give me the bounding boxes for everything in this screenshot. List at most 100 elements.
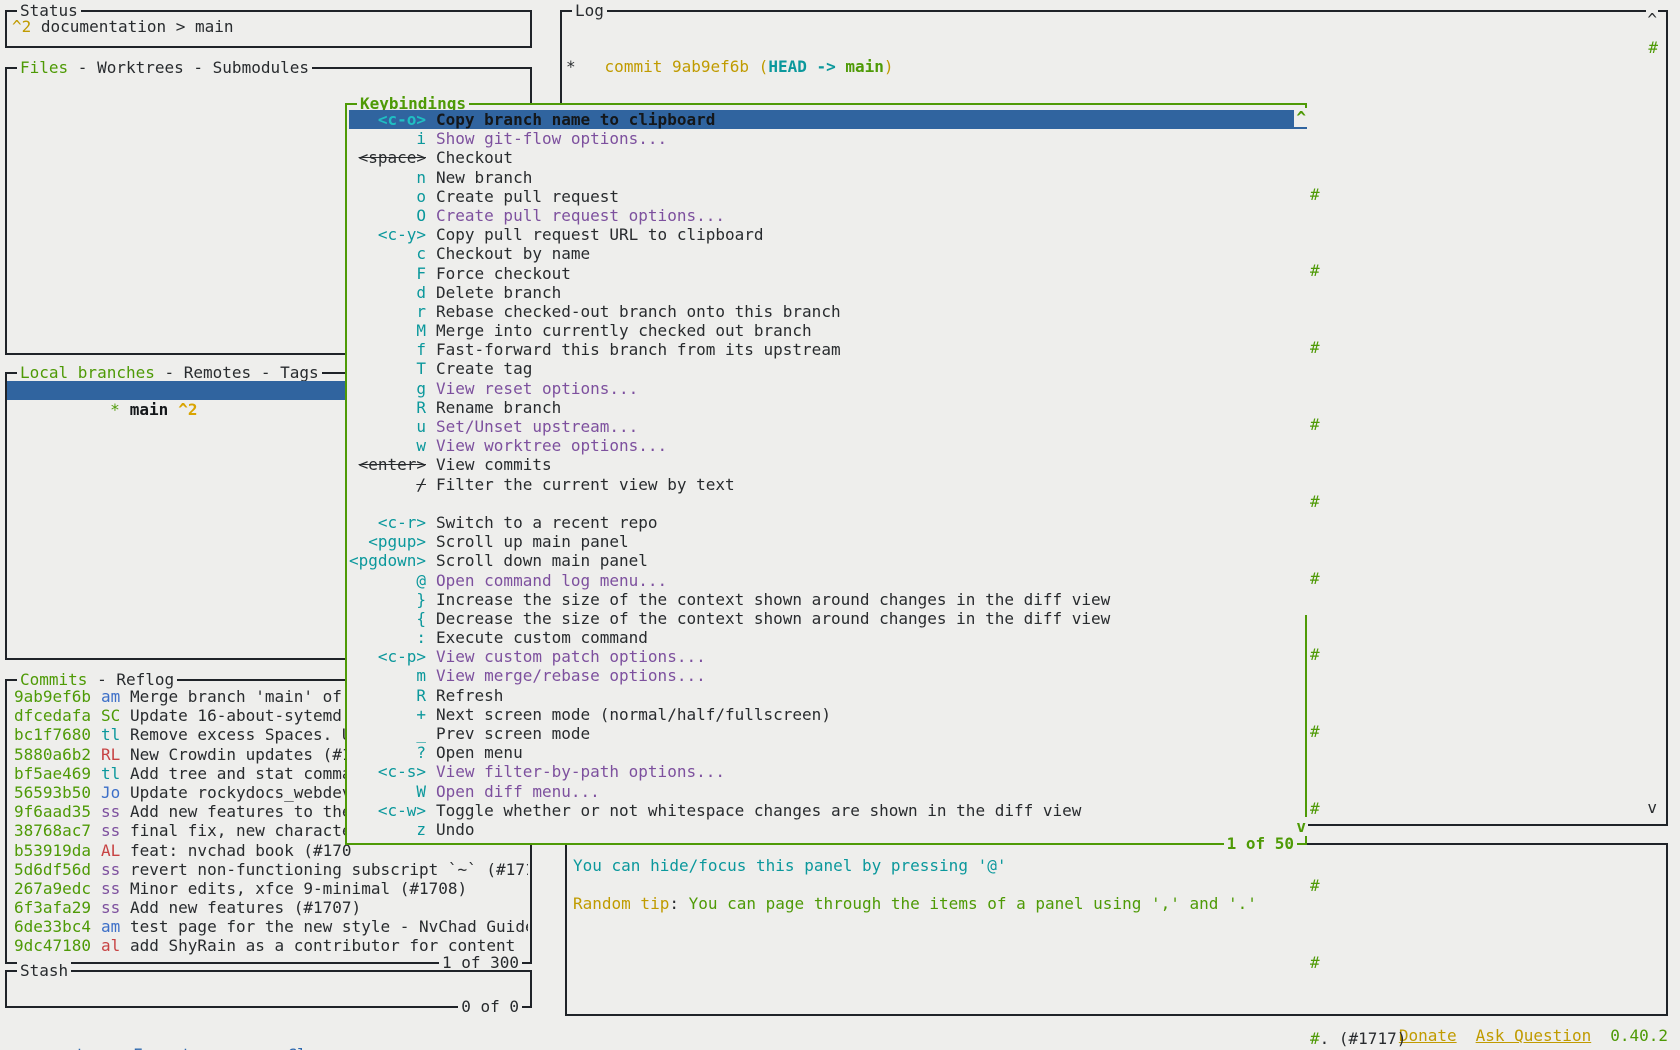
keybinding-key: c	[349, 244, 426, 263]
keybinding-row[interactable]: <c-w>Toggle whether or not whitespace ch…	[349, 801, 1307, 820]
log-scroll-up-icon[interactable]: ^	[1646, 10, 1658, 29]
hash-glyph: #	[1310, 876, 1320, 895]
commit-message: New Crowdin updates (#1	[130, 745, 352, 764]
branches-tab-active[interactable]: Local branches	[20, 363, 155, 382]
hash-glyph: #	[1310, 799, 1320, 818]
keybinding-key: <pgdown>	[349, 551, 426, 570]
keybinding-label: Show git-flow options...	[436, 129, 667, 148]
keybinding-label: Copy branch name to clipboard	[436, 110, 715, 129]
commit-hash: 9dc47180	[14, 936, 91, 955]
keybinding-row[interactable]: <space>Checkout	[349, 148, 1307, 167]
keybinding-label: Switch to a recent repo	[436, 513, 658, 532]
keybinding-row[interactable]: cCheckout by name	[349, 244, 1307, 263]
log-scroll-down-icon[interactable]: v	[1646, 798, 1658, 817]
keybinding-row[interactable]: <c-r>Switch to a recent repo	[349, 513, 1307, 532]
keybinding-row[interactable]	[349, 494, 1307, 513]
keybinding-label: View merge/rebase options...	[436, 666, 706, 685]
commit-message: Update 16-about-sytemd.	[130, 706, 352, 725]
branches-tabs-rest[interactable]: - Remotes - Tags	[155, 363, 319, 382]
keybinding-row[interactable]: ?Open menu	[349, 743, 1307, 762]
keybinding-row[interactable]: @Open command log menu...	[349, 571, 1307, 590]
commit-author: ss	[101, 860, 121, 879]
log-stray-hash: #	[1647, 38, 1659, 57]
keybinding-row[interactable]: nNew branch	[349, 168, 1307, 187]
commit-message: revert non-functioning subscript `~` (#1…	[130, 860, 528, 879]
command-log-panel[interactable]: You can hide/focus this panel by pressin…	[565, 843, 1668, 1016]
random-tip-text: You can page through the items of a pane…	[689, 894, 1257, 913]
keybinding-row[interactable]: wView worktree options...	[349, 436, 1307, 455]
log-hash-row: #	[1310, 569, 1435, 588]
keybinding-label: View reset options...	[436, 379, 638, 398]
keybinding-key: W	[349, 782, 426, 801]
keybinding-row[interactable]: _Prev screen mode	[349, 724, 1307, 743]
keybindings-list: <c-o>Copy branch name to clipboard iShow…	[349, 110, 1307, 839]
stash-panel[interactable]: Stash 0 of 0	[5, 970, 532, 1008]
commit-message: Add new features (#1707)	[130, 898, 361, 917]
keybinding-row[interactable]: RRename branch	[349, 398, 1307, 417]
log-panel-title: Log	[572, 1, 607, 20]
keybinding-row[interactable]: WOpen diff menu...	[349, 782, 1307, 801]
keybinding-row[interactable]: <enter>View commits	[349, 455, 1307, 474]
keybinding-row[interactable]: :Execute custom command	[349, 628, 1307, 647]
keybinding-row[interactable]: FForce checkout	[349, 264, 1307, 283]
status-panel[interactable]: Status ^2 documentation > main	[5, 10, 532, 48]
keybinding-label: Rename branch	[436, 398, 561, 417]
keybinding-row[interactable]: {Decrease the size of the context shown …	[349, 609, 1307, 628]
keybinding-key: _	[349, 724, 426, 743]
keybinding-row[interactable]: <c-y>Copy pull request URL to clipboard	[349, 225, 1307, 244]
ask-question-link[interactable]: Ask Question	[1476, 1026, 1592, 1045]
keybinding-row[interactable]: zUndo	[349, 820, 1307, 839]
keybinding-row[interactable]: iShow git-flow options...	[349, 129, 1307, 148]
keybinding-row[interactable]: rRebase checked-out branch onto this bra…	[349, 302, 1307, 321]
hash-glyph: #	[1310, 722, 1320, 741]
keybinding-key: /	[349, 475, 426, 494]
keybinding-row[interactable]: <c-s>View filter-by-path options...	[349, 762, 1307, 781]
keybinding-label: Decrease the size of the context shown a…	[436, 609, 1110, 628]
keybinding-key: <c-p>	[349, 647, 426, 666]
hash-glyph: #	[1310, 492, 1320, 511]
keybinding-row[interactable]: oCreate pull request	[349, 187, 1307, 206]
keybinding-key: <c-w>	[349, 801, 426, 820]
keybinding-row[interactable]: <pgdown>Scroll down main panel	[349, 551, 1307, 570]
commit-row[interactable]: 6f3afa29ssAdd new features (#1707)	[7, 898, 528, 917]
keybinding-label: Next screen mode (normal/half/fullscreen…	[436, 705, 831, 724]
popup-scroll-up-icon[interactable]: ^	[1294, 108, 1308, 127]
files-tabs-rest[interactable]: - Worktrees - Submodules	[68, 58, 309, 77]
commit-author: Jo	[101, 783, 121, 802]
statusbar-help-text: <enter>: Execute, <esc>: Close	[47, 1045, 336, 1050]
files-tab-active[interactable]: Files	[20, 58, 68, 77]
keybinding-row[interactable]: <c-p>View custom patch options...	[349, 647, 1307, 666]
keybinding-row[interactable]: gView reset options...	[349, 379, 1307, 398]
hash-glyph: #	[1310, 953, 1320, 972]
commit-row[interactable]: 267a9edcssMinor edits, xfce 9-minimal (#…	[7, 879, 528, 898]
commit-row[interactable]: 5d6df56d ss revert non-functioning subscri…	[7, 860, 528, 879]
keybinding-label: Delete branch	[436, 283, 561, 302]
keybinding-row[interactable]: fFast-forward this branch from its upstr…	[349, 340, 1307, 359]
keybinding-row[interactable]: MMerge into currently checked out branch	[349, 321, 1307, 340]
keybinding-row[interactable]: dDelete branch	[349, 283, 1307, 302]
branches-panel-title: Local branches - Remotes - Tags	[17, 363, 322, 382]
keybinding-row[interactable]: }Increase the size of the context shown …	[349, 590, 1307, 609]
keybinding-row[interactable]: mView merge/rebase options...	[349, 666, 1307, 685]
keybinding-row[interactable]: <c-o>Copy branch name to clipboard	[349, 110, 1307, 129]
keybinding-row[interactable]: TCreate tag	[349, 359, 1307, 378]
keybinding-row[interactable]: +Next screen mode (normal/half/fullscree…	[349, 705, 1307, 724]
keybinding-key: ?	[349, 743, 426, 762]
commit-message: Remove excess Spaces. U	[130, 725, 352, 744]
keybinding-row[interactable]: <pgup>Scroll up main panel	[349, 532, 1307, 551]
version-label: 0.40.2	[1610, 1026, 1668, 1045]
hash-glyph: #	[1310, 569, 1320, 588]
commit-hash: 56593b50	[14, 783, 91, 802]
popup-scroll-down-icon[interactable]: v	[1294, 817, 1308, 836]
commit-row[interactable]: 6de33bc4amtest page for the new style - …	[7, 917, 528, 936]
hash-row-rest: . (#1717)	[1320, 1029, 1407, 1048]
keybinding-key: F	[349, 264, 426, 283]
keybinding-row[interactable]: uSet/Unset upstream...	[349, 417, 1307, 436]
keybinding-row[interactable]: /Filter the current view by text	[349, 475, 1307, 494]
commit-hash: 9f6aad35	[14, 802, 91, 821]
keybindings-popup[interactable]: Keybindings <c-o>Copy branch name to cli…	[345, 103, 1307, 845]
keybinding-row[interactable]: OCreate pull request options...	[349, 206, 1307, 225]
commit-hash: 5d6df56d	[14, 860, 91, 879]
commit-author: ss	[101, 879, 121, 898]
keybinding-row[interactable]: RRefresh	[349, 686, 1307, 705]
